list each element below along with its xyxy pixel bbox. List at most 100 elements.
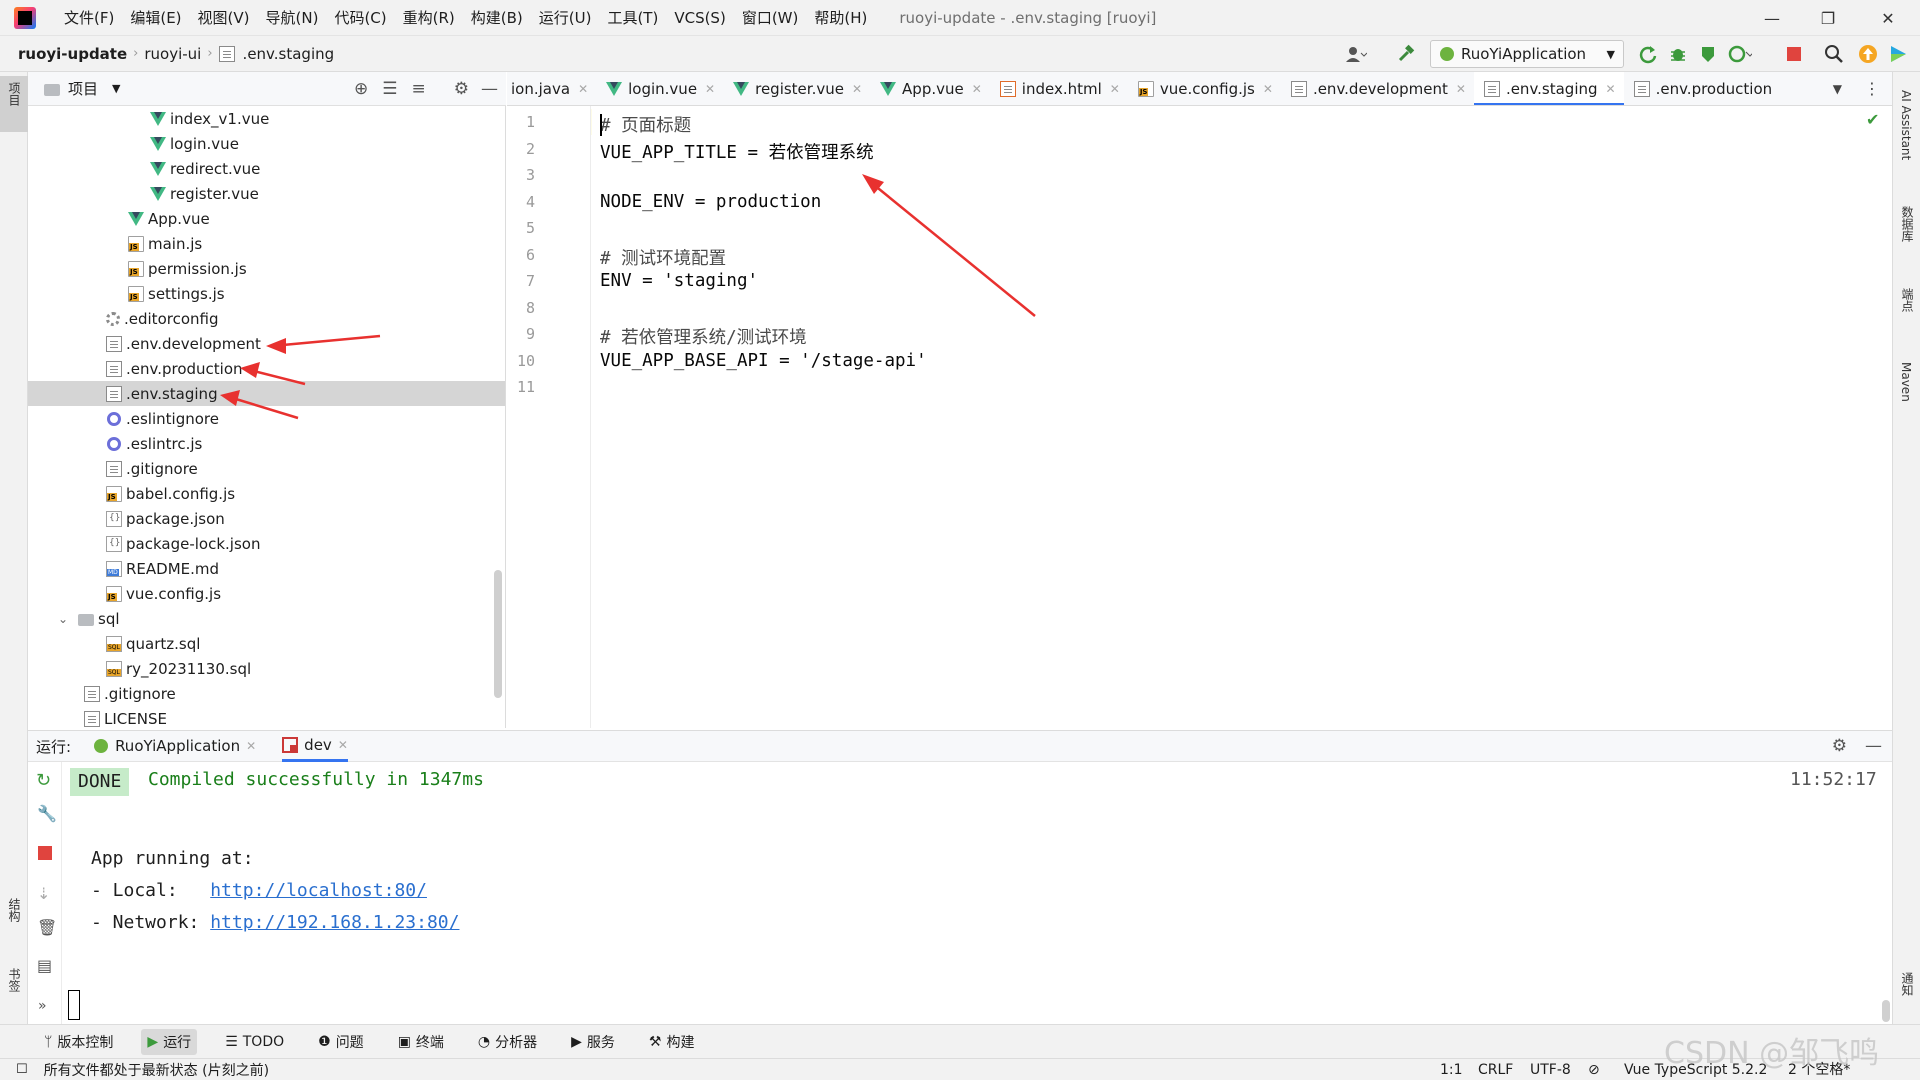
tool-services[interactable]: ▶ 服务 bbox=[565, 1029, 621, 1055]
tab-env-development[interactable]: .env.development ✕ bbox=[1281, 72, 1474, 105]
console-scrollbar[interactable] bbox=[1882, 1000, 1890, 1022]
project-panel-title[interactable]: 项目 bbox=[68, 78, 98, 99]
tree-item[interactable]: redirect.vue bbox=[28, 156, 505, 181]
gear-icon[interactable]: ⚙ bbox=[1832, 736, 1847, 756]
update-icon[interactable] bbox=[1856, 42, 1880, 66]
tree-item[interactable]: register.vue bbox=[28, 181, 505, 206]
caret-position[interactable]: 1:1 bbox=[1440, 1059, 1463, 1081]
tab-login-vue[interactable]: login.vue ✕ bbox=[596, 72, 723, 105]
close-icon[interactable]: ✕ bbox=[705, 82, 715, 96]
bookmarks-tool-button[interactable]: 书签 bbox=[6, 968, 23, 992]
tool-run[interactable]: ▶ 运行 bbox=[141, 1028, 198, 1055]
close-icon[interactable]: ✕ bbox=[852, 82, 862, 96]
no-ai-icon[interactable]: ⊘ bbox=[1588, 1059, 1600, 1081]
tab-app-vue[interactable]: App.vue ✕ bbox=[870, 72, 990, 105]
gear-icon[interactable]: ⚙ bbox=[454, 79, 469, 99]
tree-scrollbar[interactable] bbox=[494, 570, 502, 698]
tree-item[interactable]: login.vue bbox=[28, 131, 505, 156]
run-tab-ruoyi[interactable]: RuoYiApplication ✕ bbox=[93, 737, 256, 755]
tool-profiler[interactable]: ◔ 分析器 bbox=[472, 1029, 543, 1055]
tool-build[interactable]: ⚒ 构建 bbox=[643, 1029, 701, 1055]
console-output[interactable]: Compiled successfully in 1347ms 11:52:17… bbox=[62, 762, 1892, 1024]
project-tool-button[interactable]: 项目 bbox=[0, 76, 28, 132]
tree-item[interactable]: babel.config.js bbox=[28, 481, 505, 506]
build-hammer-icon[interactable] bbox=[1394, 42, 1418, 66]
chevron-down-icon[interactable]: ▼ bbox=[112, 82, 120, 95]
tree-item[interactable]: package.json bbox=[28, 506, 505, 531]
console-input-cursor[interactable] bbox=[68, 990, 80, 1020]
ai-assistant-tool-button[interactable]: AI Assistant bbox=[1899, 90, 1913, 160]
close-icon[interactable]: ✕ bbox=[1263, 82, 1273, 96]
tree-folder[interactable]: ⌄ sql bbox=[28, 606, 505, 631]
tree-item-selected[interactable]: .env.staging bbox=[28, 381, 505, 406]
network-url-link[interactable]: http://192.168.1.23:80/ bbox=[210, 912, 459, 933]
trash-icon[interactable]: 🗑 bbox=[37, 918, 57, 937]
code-editor[interactable]: # 页面标题 VUE_APP_TITLE = 若依管理系统 NODE_ENV =… bbox=[592, 106, 1892, 728]
menu-help[interactable]: 帮助(H) bbox=[806, 0, 875, 36]
wrench-icon[interactable]: 🔧 bbox=[37, 804, 57, 823]
close-icon[interactable]: ✕ bbox=[1110, 82, 1120, 96]
coverage-icon[interactable] bbox=[1696, 42, 1720, 66]
line-separator[interactable]: CRLF bbox=[1478, 1059, 1513, 1081]
tree-item[interactable]: .editorconfig bbox=[28, 306, 505, 331]
close-window-button[interactable]: ✕ bbox=[1860, 0, 1916, 36]
hide-panel-icon[interactable]: — bbox=[1865, 736, 1882, 756]
run-tab-dev[interactable]: dev ✕ bbox=[282, 730, 348, 762]
tab-register-vue[interactable]: register.vue ✕ bbox=[723, 72, 870, 105]
rerun-icon[interactable]: ↻ bbox=[36, 770, 51, 791]
tree-item[interactable]: quartz.sql bbox=[28, 631, 505, 656]
tree-item[interactable]: index_v1.vue bbox=[28, 106, 505, 131]
breadcrumb-file[interactable]: .env.staging bbox=[239, 45, 339, 63]
chevron-down-icon[interactable]: ⌄ bbox=[58, 612, 78, 626]
chevron-down-icon[interactable]: ▼ bbox=[1833, 82, 1842, 96]
user-icon[interactable] bbox=[1344, 42, 1368, 66]
tree-item[interactable]: .env.production bbox=[28, 356, 505, 381]
tree-item[interactable]: main.js bbox=[28, 231, 505, 256]
tree-item[interactable]: vue.config.js bbox=[28, 581, 505, 606]
menu-build[interactable]: 构建(B) bbox=[463, 0, 531, 36]
menu-file[interactable]: 文件(F) bbox=[56, 0, 122, 36]
breadcrumb-project[interactable]: ruoyi-update bbox=[14, 45, 131, 63]
scroll-to-end-icon[interactable]: ⇣ bbox=[37, 884, 50, 903]
tree-item[interactable]: settings.js bbox=[28, 281, 505, 306]
tool-version-control[interactable]: ᛘ 版本控制 bbox=[38, 1029, 119, 1055]
tab-java[interactable]: ion.java ✕ bbox=[507, 72, 596, 105]
tab-vue-config-js[interactable]: vue.config.js✕ bbox=[1128, 72, 1281, 105]
tree-item[interactable]: .gitignore bbox=[28, 681, 505, 706]
tree-item[interactable]: .eslintrc.js bbox=[28, 431, 505, 456]
tool-todo[interactable]: ☰ TODO bbox=[219, 1031, 290, 1053]
restore-button[interactable]: ❐ bbox=[1800, 0, 1856, 36]
tree-item[interactable]: .gitignore bbox=[28, 456, 505, 481]
endpoints-tool-button[interactable]: 端点 bbox=[1899, 288, 1916, 312]
status-message[interactable]: 所有文件都处于最新状态 (片刻之前) bbox=[44, 1060, 269, 1080]
minimize-button[interactable]: — bbox=[1744, 0, 1800, 36]
tab-env-staging[interactable]: .env.staging ✕ bbox=[1473, 72, 1624, 105]
layout-toggle-icon[interactable]: ☐ bbox=[16, 1062, 28, 1077]
close-icon[interactable]: ✕ bbox=[246, 739, 256, 753]
file-encoding[interactable]: UTF-8 bbox=[1530, 1059, 1571, 1081]
tree-item[interactable]: .env.development bbox=[28, 331, 505, 356]
menu-navigate[interactable]: 导航(N) bbox=[258, 0, 327, 36]
menu-refactor[interactable]: 重构(R) bbox=[395, 0, 463, 36]
tree-item[interactable]: ry_20231130.sql bbox=[28, 656, 505, 681]
more-icon[interactable]: » bbox=[38, 998, 47, 1014]
inspection-ok-icon[interactable]: ✔ bbox=[1866, 110, 1879, 129]
tool-terminal[interactable]: ▣ 终端 bbox=[392, 1029, 450, 1055]
menu-run[interactable]: 运行(U) bbox=[531, 0, 600, 36]
ai-logo-icon[interactable] bbox=[1886, 42, 1910, 66]
menu-window[interactable]: 窗口(W) bbox=[734, 0, 807, 36]
stop-icon[interactable] bbox=[38, 846, 52, 860]
local-url-link[interactable]: http://localhost:80/ bbox=[210, 880, 427, 901]
rerun-icon[interactable] bbox=[1636, 42, 1660, 66]
structure-tool-button[interactable]: 结构 bbox=[6, 898, 23, 922]
close-icon[interactable]: ✕ bbox=[1606, 82, 1616, 96]
tree-item[interactable]: permission.js bbox=[28, 256, 505, 281]
tree-item[interactable]: LICENSE bbox=[28, 706, 505, 728]
app-logo-icon[interactable] bbox=[14, 6, 36, 29]
stop-icon[interactable] bbox=[1782, 42, 1806, 66]
close-icon[interactable]: ✕ bbox=[1456, 82, 1466, 96]
database-tool-button[interactable]: 数据库 bbox=[1899, 206, 1916, 242]
run-configuration-select[interactable]: RuoYiApplication ▼ bbox=[1430, 40, 1624, 68]
breadcrumb-module[interactable]: ruoyi-ui bbox=[140, 45, 205, 63]
tree-item[interactable]: README.md bbox=[28, 556, 505, 581]
